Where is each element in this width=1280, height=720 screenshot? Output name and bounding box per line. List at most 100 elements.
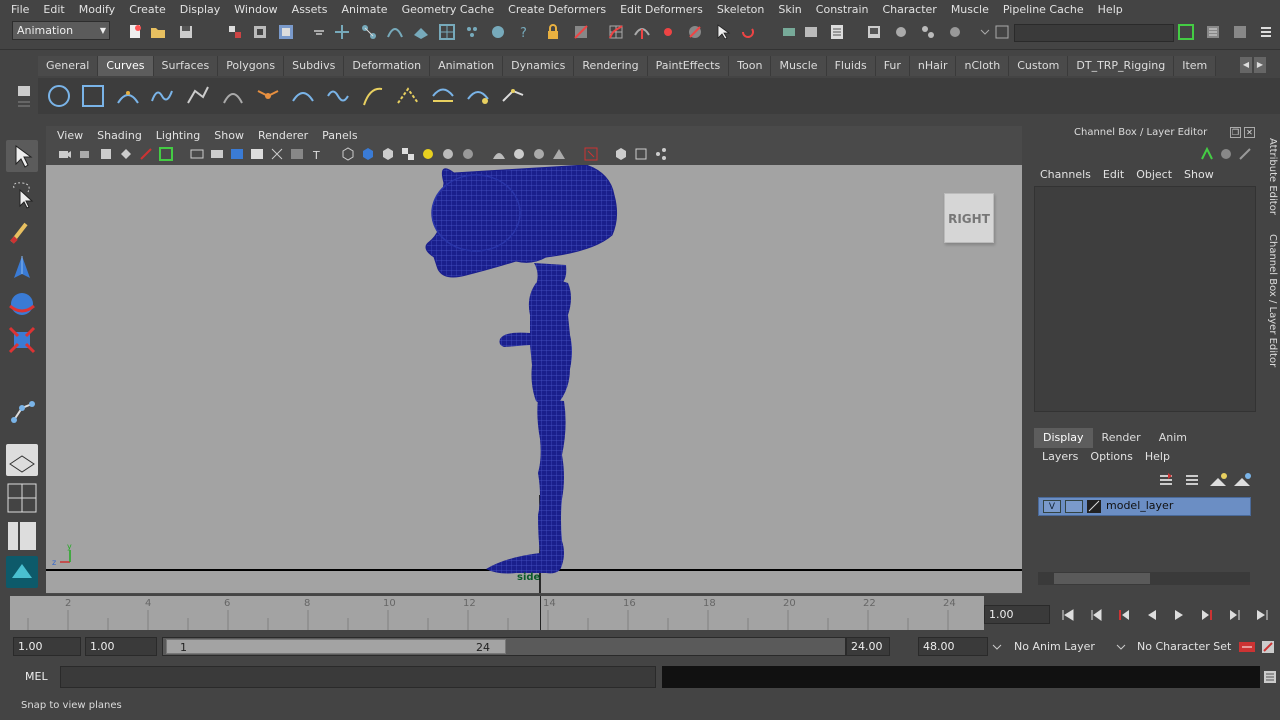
shelf-tab-fur[interactable]: Fur <box>875 56 910 76</box>
script-editor-icon[interactable] <box>1263 670 1277 684</box>
select-deformations-icon[interactable] <box>438 23 456 41</box>
ipr-render-icon[interactable] <box>865 23 883 41</box>
shelf-tab-painteffects[interactable]: PaintEffects <box>647 56 730 76</box>
go-to-end-icon[interactable] <box>1255 608 1269 622</box>
shelf-tab-general[interactable]: General <box>38 56 99 76</box>
select-curves-icon[interactable] <box>386 23 404 41</box>
menu-muscle[interactable]: Muscle <box>944 3 996 16</box>
menu-display[interactable]: Display <box>173 3 228 16</box>
side-view-scene[interactable]: z y <box>46 165 1022 593</box>
select-object-icon[interactable] <box>251 23 269 41</box>
float-panel-icon[interactable]: ❐ <box>1230 127 1241 138</box>
open-scene-icon[interactable] <box>149 23 167 41</box>
layer-options-menu[interactable]: Options <box>1084 449 1138 465</box>
shelf-tab-dt-trp-rigging[interactable]: DT_TRP_Rigging <box>1068 56 1175 76</box>
hypershade-icon[interactable] <box>919 23 937 41</box>
add-points-icon[interactable] <box>500 83 526 109</box>
make-live-icon[interactable] <box>714 23 732 41</box>
menu-window[interactable]: Window <box>227 3 284 16</box>
tool-settings-toggle-icon[interactable] <box>1231 23 1249 41</box>
new-scene-icon[interactable] <box>126 23 144 41</box>
current-time-field[interactable]: 1.00 <box>984 605 1050 624</box>
select-camera-icon[interactable] <box>58 147 72 161</box>
new-layer-selected-icon[interactable] <box>1234 473 1251 486</box>
selection-mask-icon[interactable] <box>310 23 328 41</box>
render-view-icon[interactable] <box>946 23 964 41</box>
select-rendering-icon[interactable] <box>489 23 507 41</box>
grid-toggle-icon[interactable] <box>139 147 153 161</box>
current-frame-marker[interactable] <box>540 596 541 630</box>
depth-of-field-icon[interactable] <box>552 147 566 161</box>
shelf-tab-rendering[interactable]: Rendering <box>574 56 648 76</box>
viewport-menu-shading[interactable]: Shading <box>90 129 149 142</box>
reverse-curve-icon[interactable] <box>430 83 456 109</box>
smooth-shade-icon[interactable] <box>210 147 224 161</box>
select-dynamics-icon[interactable] <box>463 23 481 41</box>
shelf-options-icon[interactable] <box>10 56 36 116</box>
arc-tool-icon[interactable] <box>220 83 246 109</box>
close-panel-icon[interactable]: ✕ <box>1244 127 1255 138</box>
menu-create[interactable]: Create <box>122 3 173 16</box>
safe-action-icon[interactable] <box>614 147 628 161</box>
offset-curve-icon[interactable] <box>395 83 421 109</box>
channel-box-toggle-icon[interactable] <box>1257 23 1275 41</box>
step-back-frame-icon[interactable] <box>1089 608 1103 622</box>
layer-row[interactable]: V model_layer <box>1038 497 1251 516</box>
resolution-gate-icon[interactable] <box>584 147 598 161</box>
layer-tab-render[interactable]: Render <box>1093 428 1150 448</box>
shelf-tab-dynamics[interactable]: Dynamics <box>503 56 575 76</box>
menu-geometry-cache[interactable]: Geometry Cache <box>395 3 502 16</box>
menu-modify[interactable]: Modify <box>72 3 122 16</box>
nurbs-circle-icon[interactable] <box>46 83 72 109</box>
menu-character[interactable]: Character <box>876 3 944 16</box>
chevron-down-icon[interactable] <box>992 642 1002 652</box>
outliner-layout-icon[interactable] <box>6 520 38 552</box>
snap-curve-icon[interactable] <box>633 23 651 41</box>
shelf-tab-toon[interactable]: Toon <box>729 56 772 76</box>
snap-grid-icon[interactable] <box>607 23 625 41</box>
scale-tool-icon[interactable] <box>6 324 38 356</box>
menu-assets[interactable]: Assets <box>285 3 335 16</box>
viewport-menu-lighting[interactable]: Lighting <box>149 129 207 142</box>
channel-show-menu[interactable]: Show <box>1178 167 1220 183</box>
quick-selection-field[interactable] <box>1014 24 1174 42</box>
auto-key-icon[interactable] <box>1238 640 1256 654</box>
menu-skeleton[interactable]: Skeleton <box>710 3 772 16</box>
lasso-tool-icon[interactable] <box>6 178 38 210</box>
menu-pipeline-cache[interactable]: Pipeline Cache <box>996 3 1091 16</box>
layer-help-menu[interactable]: Help <box>1139 449 1176 465</box>
mudbox-icon[interactable] <box>6 556 38 588</box>
menu-skin[interactable]: Skin <box>771 3 808 16</box>
select-hierarchy-icon[interactable] <box>226 23 244 41</box>
extend-curve-icon[interactable] <box>360 83 386 109</box>
sphere-dark-icon[interactable] <box>461 147 475 161</box>
step-back-key-icon[interactable] <box>1117 608 1131 622</box>
viewport-side[interactable]: z y RIGHT side <box>46 165 1022 593</box>
cv-curve-tool-icon[interactable] <box>115 83 141 109</box>
command-language-label[interactable]: MEL <box>25 670 48 683</box>
layer-playback-toggle[interactable] <box>1065 500 1083 513</box>
input-field-mode-icon[interactable] <box>976 23 994 41</box>
step-forward-key-icon[interactable] <box>1200 608 1214 622</box>
select-tool-icon[interactable] <box>6 140 38 172</box>
layers-menu[interactable]: Layers <box>1036 449 1084 465</box>
joint-tool-icon[interactable] <box>6 396 38 428</box>
save-scene-icon[interactable] <box>177 23 195 41</box>
ep-curve-tool-icon[interactable] <box>149 83 175 109</box>
insert-knot-icon[interactable] <box>325 83 351 109</box>
viewport-menu-panels[interactable]: Panels <box>315 129 364 142</box>
menu-animate[interactable]: Animate <box>334 3 394 16</box>
playback-start-field[interactable]: 1.00 <box>85 637 157 656</box>
text-hud-icon[interactable]: T <box>310 147 324 161</box>
channels-menu[interactable]: Channels <box>1034 167 1097 183</box>
shelf-tab-curves[interactable]: Curves <box>98 56 154 76</box>
layer-tab-display[interactable]: Display <box>1034 428 1093 448</box>
snap-view-plane-icon[interactable] <box>686 23 704 41</box>
camera-attributes-icon[interactable] <box>79 147 93 161</box>
channel-box-tab[interactable]: Channel Box / Layer Editor <box>1262 234 1278 367</box>
playback-end-field[interactable]: 24.00 <box>846 637 890 656</box>
move-tool-icon[interactable] <box>6 252 38 284</box>
anti-aliasing-icon[interactable] <box>532 147 546 161</box>
channel-box-area[interactable] <box>1034 186 1256 412</box>
select-joints-icon[interactable] <box>360 23 378 41</box>
